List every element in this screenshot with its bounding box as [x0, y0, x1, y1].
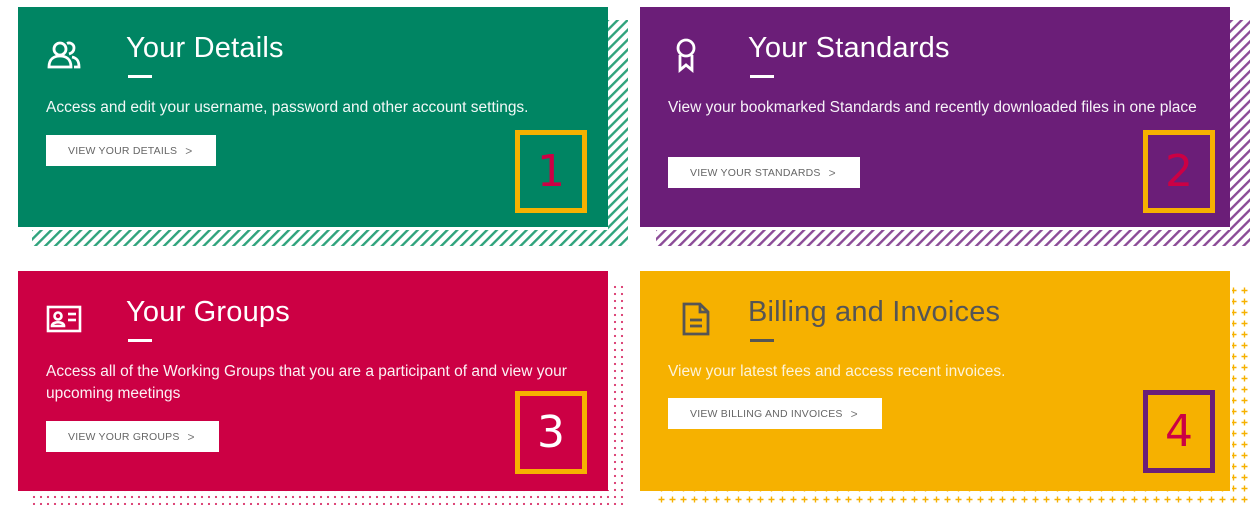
button-label: VIEW BILLING AND INVOICES	[690, 407, 843, 420]
users-icon	[47, 41, 81, 69]
view-your-details-button[interactable]: VIEW YOUR DETAILS >	[46, 135, 217, 166]
page-title: Your Details	[126, 32, 284, 64]
view-billing-and-invoices-button[interactable]: VIEW BILLING AND INVOICES >	[668, 398, 882, 429]
chevron-right-icon: >	[185, 143, 193, 158]
card-description: Access all of the Working Groups that yo…	[46, 363, 567, 402]
chevron-right-icon: >	[828, 165, 836, 180]
chevron-right-icon: >	[187, 429, 195, 444]
card-description: View your bookmarked Standards and recen…	[668, 99, 1197, 116]
number-label: 2	[1165, 146, 1193, 197]
page-title: Your Groups	[126, 296, 290, 328]
number-badge: 1	[515, 130, 587, 213]
number-label: 4	[1165, 406, 1193, 457]
page-title: Your Standards	[748, 32, 950, 64]
number-label: 1	[537, 146, 565, 197]
view-your-groups-button[interactable]: VIEW YOUR GROUPS >	[46, 421, 219, 452]
id-card-icon	[46, 305, 82, 333]
page-title: Billing and Invoices	[748, 296, 1001, 328]
document-icon	[682, 302, 710, 336]
title-underline	[750, 339, 774, 342]
number-badge: 2	[1143, 130, 1215, 213]
button-label: VIEW YOUR STANDARDS	[690, 166, 821, 179]
chevron-right-icon: >	[850, 406, 858, 421]
number-badge: 4	[1143, 390, 1215, 473]
title-underline	[128, 75, 152, 78]
card-description: View your latest fees and access recent …	[668, 363, 1006, 380]
title-underline	[750, 75, 774, 78]
card-description: Access and edit your username, password …	[46, 99, 529, 116]
award-ribbon-icon	[676, 38, 696, 73]
number-badge: 3	[515, 391, 587, 474]
number-label: 3	[537, 407, 565, 458]
title-underline	[128, 339, 152, 342]
button-label: VIEW YOUR GROUPS	[68, 430, 180, 443]
view-your-standards-button[interactable]: VIEW YOUR STANDARDS >	[668, 157, 860, 188]
button-label: VIEW YOUR DETAILS	[68, 144, 178, 157]
